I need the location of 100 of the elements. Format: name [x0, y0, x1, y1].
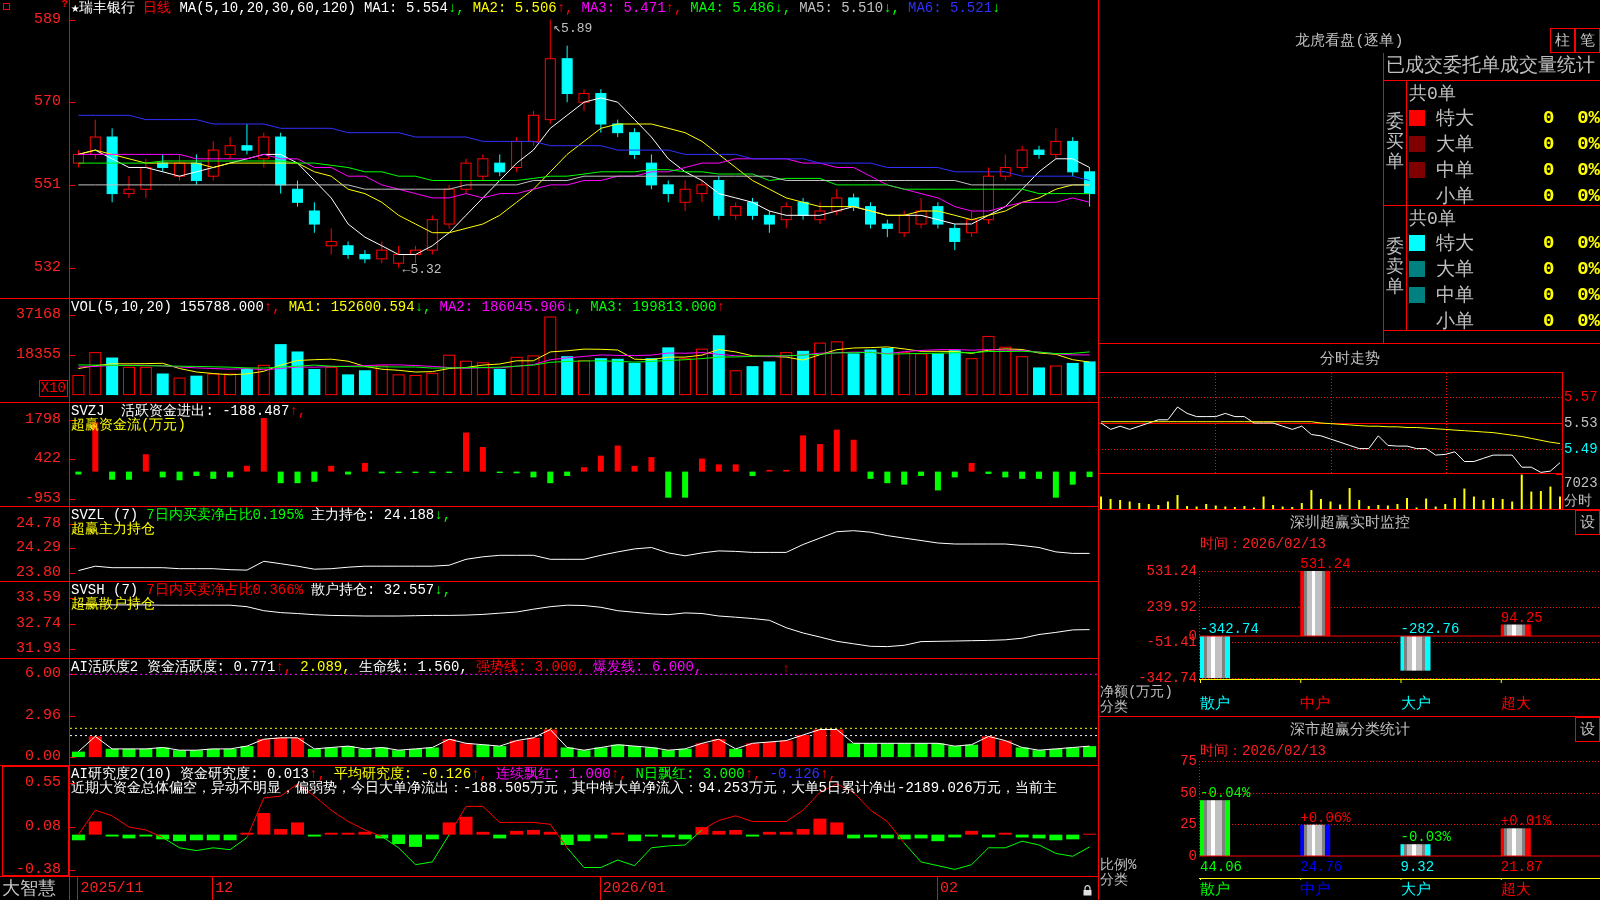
bar [1032, 834, 1046, 839]
bar [291, 737, 304, 758]
bar [779, 831, 793, 835]
view-toggle-button[interactable]: 笔 [1575, 28, 1600, 53]
bar [847, 743, 861, 758]
header-text: MA4: 5.486 [690, 1, 775, 15]
bar [260, 418, 267, 472]
volume-bar [1434, 506, 1437, 509]
volume-bar [1319, 499, 1322, 509]
settings-button[interactable]: 设 [1575, 717, 1600, 742]
header-text: AI研究度2(10) 资金研究度: 0.013 [71, 767, 310, 781]
bar [830, 341, 843, 396]
candle [258, 132, 270, 168]
candle [157, 153, 169, 173]
bar [631, 465, 638, 472]
bar [308, 368, 321, 396]
axis-title: 分类 [1099, 873, 1128, 888]
axis-label: 24.78 [16, 515, 61, 534]
category-label: 大户 [1400, 696, 1431, 713]
volume-bar [1329, 501, 1332, 509]
panel-title: 分时走势 [1319, 349, 1380, 368]
trend-arrow: ↑, [819, 767, 837, 781]
bar [459, 816, 473, 835]
bar [526, 737, 540, 758]
order-size-label: 大单 [1436, 133, 1474, 157]
volume-bar [1348, 488, 1351, 509]
category-label: 中户 [1300, 882, 1331, 899]
order-size-label: 特大 [1436, 232, 1474, 256]
header-text: 日线 [143, 1, 172, 15]
bar [1066, 747, 1080, 758]
bar [274, 344, 287, 396]
bar [1083, 361, 1096, 396]
volume-bar [1281, 506, 1284, 509]
bar [479, 447, 486, 472]
volume-bar [1138, 503, 1141, 509]
bar [1049, 365, 1062, 396]
bar [345, 471, 352, 475]
bar [981, 736, 995, 758]
bar [1200, 800, 1230, 856]
header-text: SVZJ 活跃资金进出: -188.487 [71, 404, 290, 418]
bar [294, 471, 301, 484]
category-label: 大户 [1400, 882, 1431, 899]
trend-arrow: ↑, [289, 404, 307, 418]
volume-bar [1176, 495, 1179, 509]
axis-label: 2.96 [25, 707, 61, 726]
bar [648, 457, 655, 472]
volume-bar [1386, 505, 1389, 509]
bar [257, 739, 271, 758]
value-label: 94.25 [1500, 609, 1543, 626]
bar [223, 748, 237, 758]
bar [1036, 471, 1042, 479]
trend-arrow: ↑, [610, 767, 628, 781]
axis-label: -953 [25, 490, 61, 509]
unit-label: X10 [38, 380, 68, 397]
bar [409, 375, 422, 396]
view-toggle-button[interactable]: 柱 [1550, 28, 1575, 53]
bar [695, 743, 709, 758]
bar [126, 471, 132, 480]
candle [915, 197, 927, 229]
bar [543, 729, 557, 758]
candle [292, 180, 303, 208]
value-label: -342.74 [1200, 621, 1259, 638]
bar [1400, 844, 1431, 856]
settings-button[interactable]: 设 [1575, 510, 1600, 535]
candle [780, 201, 792, 229]
trend-arrow: ↓, [414, 300, 432, 314]
bar [594, 358, 607, 396]
help-mark[interactable]: ? [61, 0, 68, 10]
candle [662, 180, 674, 203]
bar [560, 747, 574, 758]
header-text: MA2: 186045.906 [439, 300, 566, 314]
bar [409, 834, 422, 847]
bar [510, 740, 524, 758]
bar [543, 831, 557, 835]
trend-arrow: ↓, [447, 1, 465, 15]
bar [412, 471, 419, 474]
bar [476, 362, 489, 396]
volume-bar [1214, 505, 1217, 509]
order-total: 共0单 [1409, 208, 1457, 230]
bar [611, 832, 625, 835]
axis-title: 净额(万元) [1099, 685, 1173, 700]
header-text: 强势线: 3.000, [475, 660, 586, 674]
trend-arrow: ↓, [434, 508, 452, 522]
bar [1066, 834, 1080, 840]
bar [898, 352, 911, 396]
candle [713, 175, 725, 221]
bar [763, 361, 776, 396]
bar [156, 834, 170, 840]
volume-bar [1128, 501, 1131, 509]
square-icon[interactable] [3, 3, 10, 10]
lock-icon[interactable] [1083, 885, 1092, 896]
value-label: 24.76 [1300, 859, 1343, 875]
candle [140, 158, 152, 199]
header-text: 生命线: 1.560, [358, 660, 468, 674]
bar [982, 335, 995, 396]
date-label: 02 [936, 877, 958, 900]
candle [696, 180, 708, 203]
volume-bar [1243, 506, 1246, 509]
bar [291, 822, 304, 835]
axis-label: 50 [1180, 785, 1197, 800]
